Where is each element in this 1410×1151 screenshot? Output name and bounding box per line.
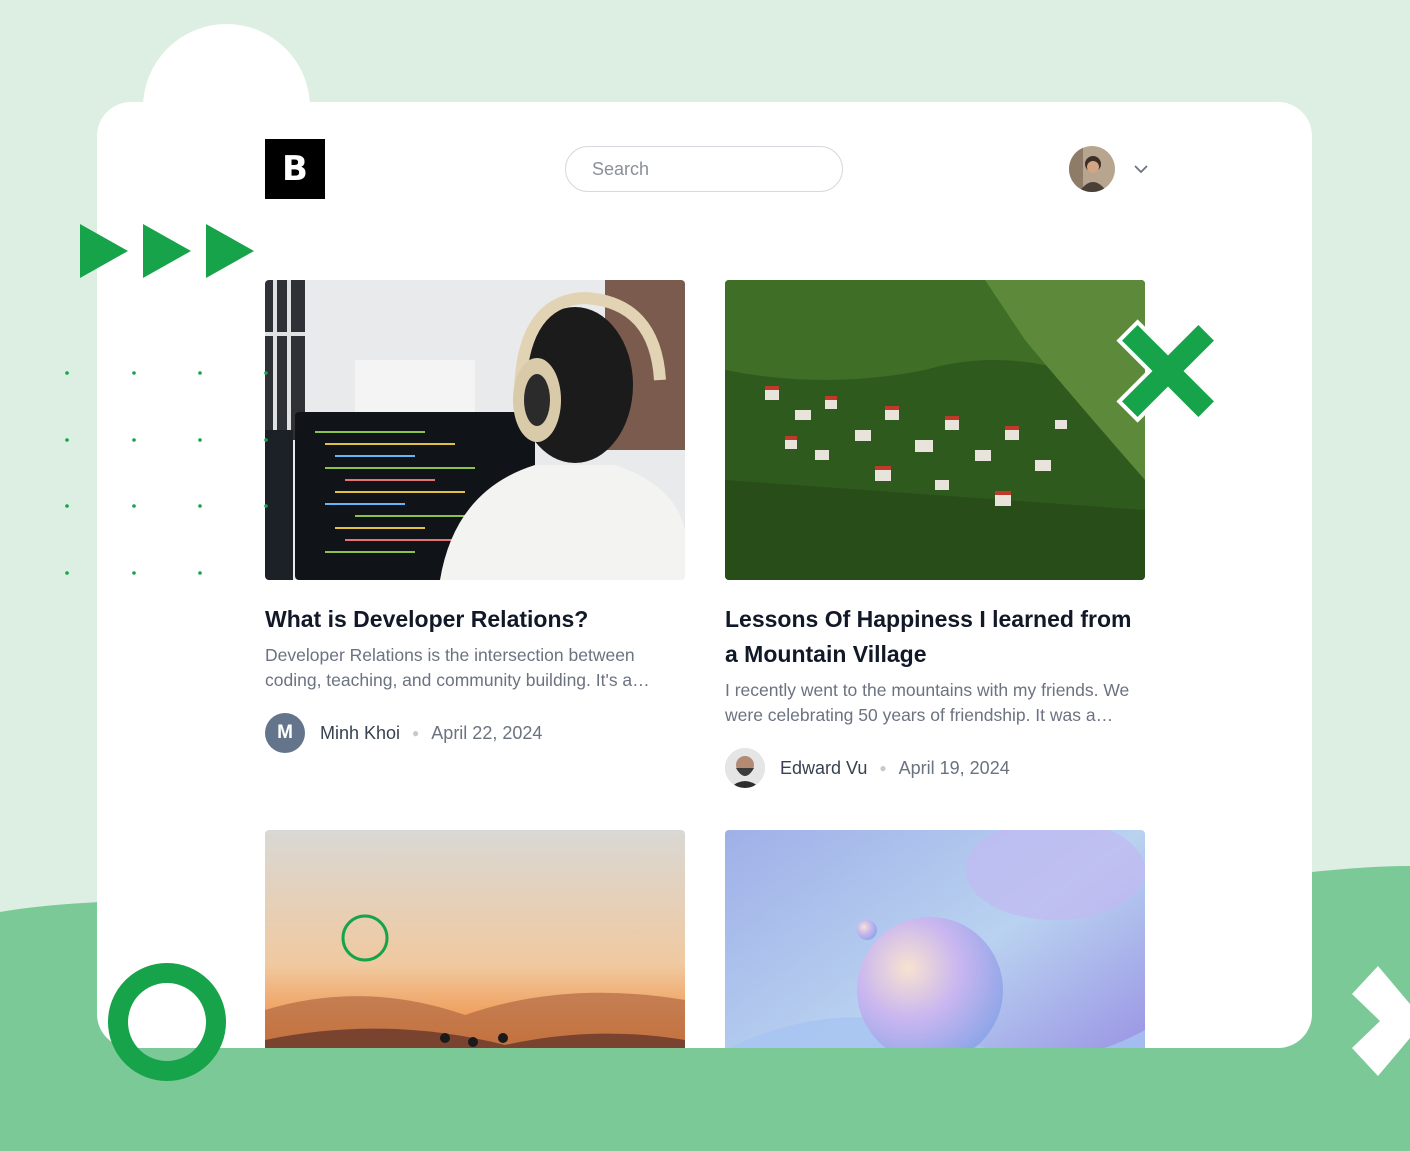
blog-card-container: B Search What is Developer Relations? De… — [97, 102, 1312, 1048]
decorative-ring-large — [108, 963, 226, 1081]
post-card[interactable]: Lessons Of Happiness I learned from a Mo… — [725, 280, 1145, 788]
post-title[interactable]: Lessons Of Happiness I learned from a Mo… — [725, 602, 1145, 672]
post-thumbnail-abstract[interactable] — [725, 830, 1145, 1048]
post-date: April 19, 2024 — [898, 757, 1010, 778]
chevron-down-icon[interactable] — [1133, 164, 1149, 174]
decorative-dot-grid — [65, 371, 268, 575]
decorative-ring-small — [341, 914, 389, 962]
search-bar[interactable] — [565, 146, 843, 192]
post-card[interactable] — [725, 830, 1145, 1048]
decorative-triangles — [80, 224, 254, 278]
post-excerpt: I recently went to the mountains with my… — [725, 680, 1130, 725]
author-avatar[interactable] — [725, 748, 765, 788]
author-avatar[interactable]: M — [265, 713, 305, 753]
post-thumbnail-sunset[interactable] — [265, 830, 685, 1048]
post-thumbnail-developer[interactable] — [265, 280, 685, 580]
decorative-x-mark — [1116, 319, 1220, 423]
author-name[interactable]: Minh Khoi — [320, 723, 400, 744]
author-name[interactable]: Edward Vu — [780, 758, 867, 779]
search-input[interactable] — [590, 157, 826, 181]
user-avatar[interactable] — [1069, 146, 1115, 192]
user-menu[interactable] — [1069, 146, 1149, 192]
post-meta: Edward Vu ● April 19, 2024 — [725, 748, 1145, 788]
post-title[interactable]: What is Developer Relations? — [265, 602, 685, 637]
post-card[interactable]: What is Developer Relations? Developer R… — [265, 280, 685, 753]
separator-dot: ● — [412, 726, 420, 740]
site-logo[interactable]: B — [265, 139, 325, 199]
post-thumbnail-village[interactable] — [725, 280, 1145, 580]
post-meta: M Minh Khoi ● April 22, 2024 — [265, 713, 685, 753]
decorative-chevron — [1352, 966, 1410, 1076]
post-card[interactable] — [265, 830, 685, 1048]
post-date: April 22, 2024 — [431, 722, 543, 743]
separator-dot: ● — [879, 761, 887, 775]
post-excerpt: Developer Relations is the intersection … — [265, 645, 635, 690]
